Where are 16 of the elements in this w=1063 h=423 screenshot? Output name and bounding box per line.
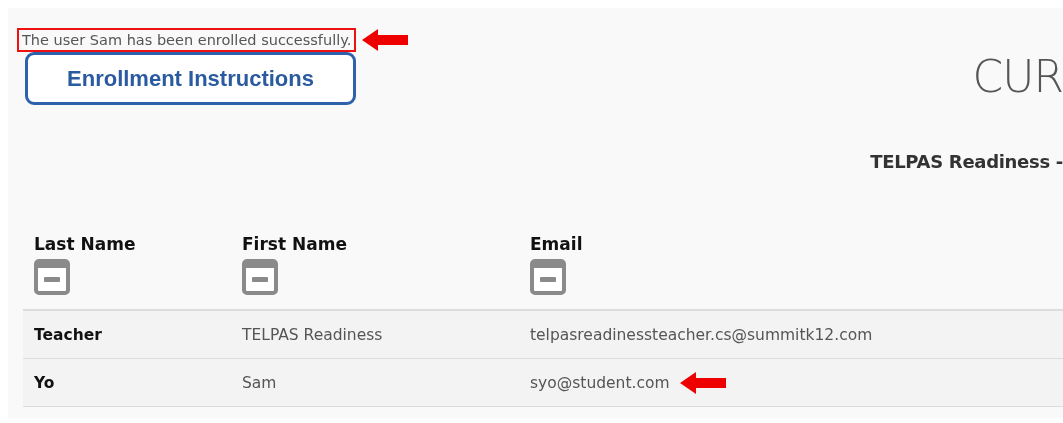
table-cell: syo@student.com — [530, 373, 670, 392]
column-toggle-icon[interactable] — [242, 259, 278, 295]
table-cell: Yo — [34, 373, 55, 392]
success-message: The user Sam has been enrolled successfully. — [17, 28, 357, 52]
table-cell: telpasreadinessteacher.cs@summitk12.com — [530, 325, 873, 344]
enrollment-instructions-button[interactable]: Enrollment Instructions — [25, 52, 356, 105]
column-toggle-icon[interactable] — [530, 259, 566, 295]
table-cell: Teacher — [34, 325, 102, 344]
page-title: CUR — [972, 51, 1063, 102]
column-header: Last Name — [34, 234, 136, 254]
column-header: Email — [530, 234, 583, 254]
course-title: TELPAS Readiness - — [870, 151, 1063, 172]
table-cell: Sam — [242, 373, 277, 392]
column-header: First Name — [242, 234, 347, 254]
table-cell: TELPAS Readiness — [242, 325, 383, 344]
column-toggle-icon[interactable] — [34, 259, 70, 295]
